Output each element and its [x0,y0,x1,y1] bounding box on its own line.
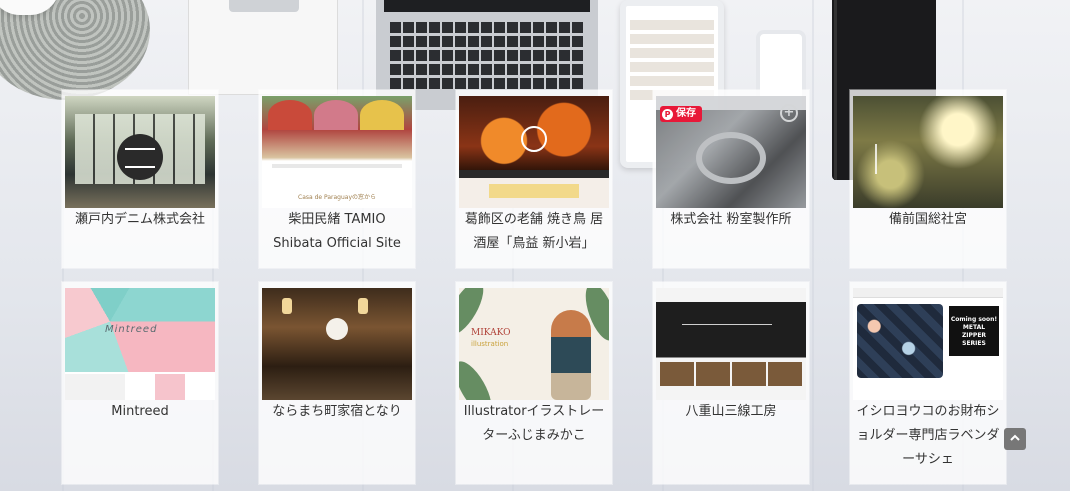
portfolio-card-lavender-sachet[interactable]: Coming soon! METAL ZIPPER SERIES イシロヨウコの… [850,282,1006,484]
card-title[interactable]: ならまち町家宿となり [259,400,415,424]
save-label: 保存 [676,108,696,119]
portfolio-card-naramachi[interactable]: ならまち町家宿となり [259,282,415,484]
card-thumbnail[interactable] [262,288,412,400]
pinterest-save-button[interactable]: P 保存 [660,106,702,122]
card-title[interactable]: 柴田民緒 TAMIO Shibata Official Site [259,208,415,256]
portfolio-card-funshitsu[interactable]: P 保存 + 株式会社 粉室製作所 [653,90,809,268]
card-title[interactable]: 備前国総社宮 [850,208,1006,232]
card-thumbnail[interactable] [65,96,215,208]
card-thumbnail[interactable]: Coming soon! METAL ZIPPER SERIES [853,288,1003,400]
portfolio-card-torimasu[interactable]: 葛飾区の老舗 焼き鳥 居酒屋「鳥益 新小岩」 [456,90,612,268]
card-thumbnail[interactable]: Mintreed [65,288,215,400]
portfolio-card-setouchi-denim[interactable]: 瀬戸内デニム株式会社 [62,90,218,268]
card-title[interactable]: 瀬戸内デニム株式会社 [62,208,218,232]
card-thumbnail[interactable] [459,96,609,208]
pinterest-icon: P [662,108,673,120]
portfolio-card-tamio-shibata[interactable]: Casa de Paraguayの窓から 柴田民緒 TAMIO Shibata … [259,90,415,268]
card-title[interactable]: 株式会社 粉室製作所 [653,208,809,232]
portfolio-card-mikako[interactable]: MIKAKO illustration Illustratorイラストレーターふ… [456,282,612,484]
plus-circle-icon[interactable]: + [780,104,798,122]
card-thumbnail[interactable] [656,288,806,400]
portfolio-card-bizen-soja[interactable]: 備前国総社宮 [850,90,1006,268]
back-to-top-button[interactable] [1004,428,1026,450]
card-title[interactable]: Mintreed [62,400,218,424]
card-thumbnail[interactable]: MIKAKO illustration [459,288,609,400]
chevron-up-icon [1010,434,1020,441]
card-title[interactable]: Illustratorイラストレーターふじまみかこ [456,400,612,448]
card-thumbnail[interactable] [853,96,1003,208]
portfolio-grid: 瀬戸内デニム株式会社 Casa de Paraguayの窓から 柴田民緒 TAM… [0,0,1070,491]
portfolio-card-yaeyama-sanshin[interactable]: 八重山三線工房 [653,282,809,484]
card-title[interactable]: 八重山三線工房 [653,400,809,424]
card-thumbnail[interactable]: P 保存 + [656,96,806,208]
card-thumbnail[interactable]: Casa de Paraguayの窓から [262,96,412,208]
card-title[interactable]: 葛飾区の老舗 焼き鳥 居酒屋「鳥益 新小岩」 [456,208,612,256]
card-title[interactable]: イシロヨウコのお財布ショルダー専門店ラベンダーサシェ [850,400,1006,472]
portfolio-card-mintreed[interactable]: Mintreed Mintreed [62,282,218,484]
